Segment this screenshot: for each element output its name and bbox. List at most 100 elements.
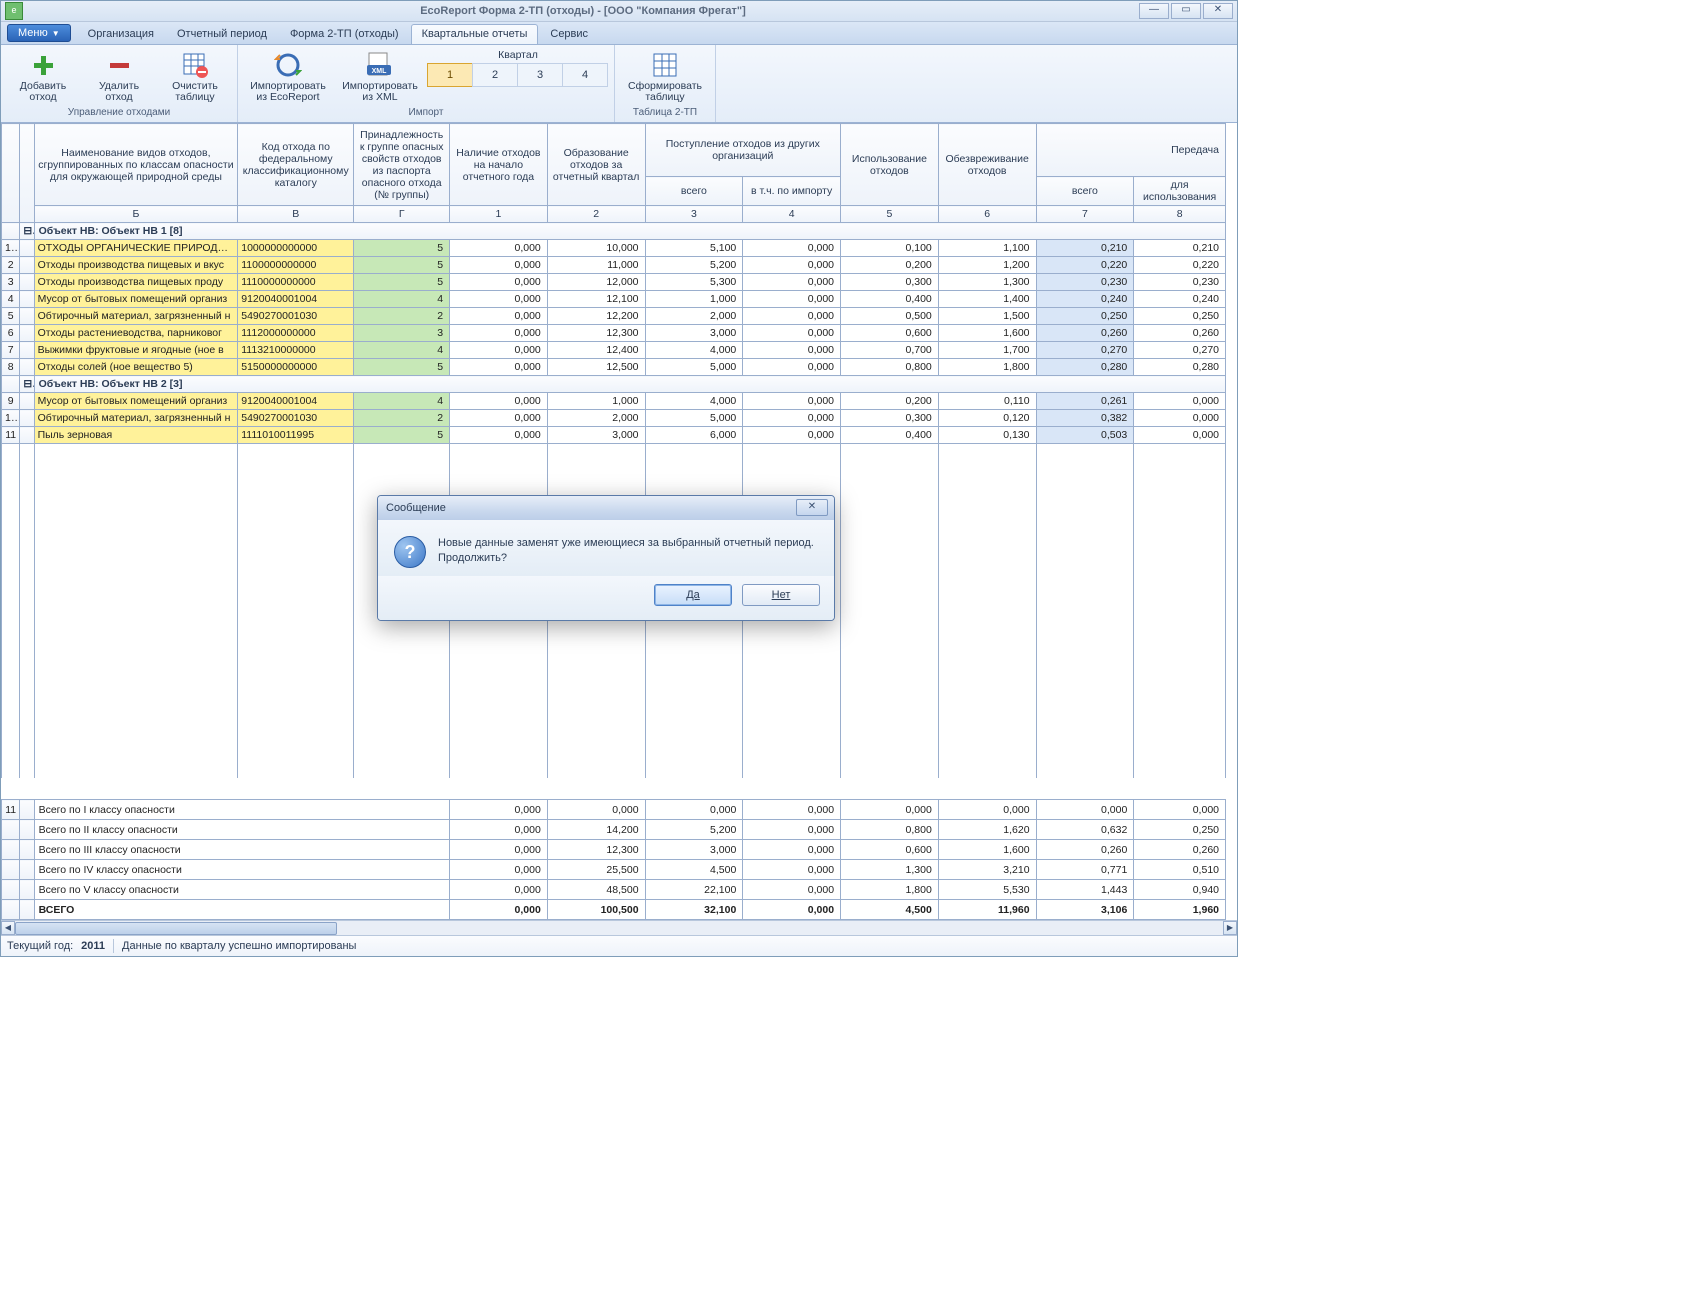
cell-name[interactable]: Отходы производства пищевых и вкус (34, 257, 238, 274)
scroll-right-icon[interactable]: ▶ (1223, 921, 1237, 935)
ribbon: Добавитьотход Удалитьотход Очиститьтабли… (1, 45, 1237, 123)
cell-group[interactable]: 5 (354, 274, 450, 291)
menu-button[interactable]: Меню ▼ (7, 24, 71, 42)
cell-name[interactable]: Выжимки фруктовые и ягодные (ное в (34, 342, 238, 359)
scroll-thumb[interactable] (15, 922, 337, 935)
quarter-2-button[interactable]: 2 (472, 63, 518, 87)
cell-name[interactable]: Отходы производства пищевых проду (34, 274, 238, 291)
svg-text:XML: XML (372, 68, 388, 75)
table-row[interactable]: 4 Мусор от бытовых помещений организ91200… (2, 291, 1226, 308)
cell-code[interactable]: 5490270001030 (238, 410, 354, 427)
col-header[interactable]: Наличие отходов на начало отчетного года (450, 124, 548, 206)
minus-icon (104, 50, 134, 80)
group-title[interactable]: Объект НВ: Объект НВ 2 [3] (34, 376, 1225, 393)
tab-Отчетный-период[interactable]: Отчетный период (166, 24, 278, 44)
cell-group[interactable]: 2 (354, 308, 450, 325)
cell-name[interactable]: Отходы солей (ное вещество 5) (34, 359, 238, 376)
table-row[interactable]: 11Пыль зерновая111101001199550,0003,0006… (2, 427, 1226, 444)
table-row[interactable]: 6Отходы растениеводства, парниковог11120… (2, 325, 1226, 342)
row-number: 5 (2, 308, 20, 325)
col-header[interactable]: Наименование видов отходов, сгруппирован… (34, 124, 238, 206)
cell-name[interactable]: Обтирочный материал, загрязненный н (34, 308, 238, 325)
col-subheader[interactable]: в т.ч. по импорту (743, 177, 841, 206)
cell-code[interactable]: 1111010011995 (238, 427, 354, 444)
cell-code[interactable]: 1112000000000 (238, 325, 354, 342)
tab-Организация[interactable]: Организация (77, 24, 165, 44)
minimize-button[interactable]: — (1139, 3, 1169, 19)
tab-Сервис[interactable]: Сервис (539, 24, 599, 44)
no-button[interactable]: Нет (742, 584, 820, 606)
collapse-icon[interactable]: ⊟ (20, 223, 34, 240)
col-subheader[interactable]: для использования (1134, 177, 1226, 206)
cell-group[interactable]: 5 (354, 257, 450, 274)
cell-group[interactable]: 5 (354, 427, 450, 444)
cell-name[interactable]: Отходы растениеводства, парниковог (34, 325, 238, 342)
cell-code[interactable]: 1000000000000 (238, 240, 354, 257)
cell-code[interactable]: 1110000000000 (238, 274, 354, 291)
group-label: Управление отходами (68, 106, 170, 123)
cell-name[interactable]: Обтирочный материал, загрязненный н (34, 410, 238, 427)
yes-button[interactable]: Да (654, 584, 732, 606)
delete-waste-button[interactable]: Удалитьотход (83, 47, 155, 106)
dialog-titlebar[interactable]: Сообщение ✕ (378, 496, 834, 520)
col-header[interactable]: Поступление отходов из других организаци… (645, 124, 841, 177)
maximize-button[interactable]: ▭ (1171, 3, 1201, 19)
table-row[interactable]: 8Отходы солей (ное вещество 5)5150000000… (2, 359, 1226, 376)
quarter-1-button[interactable]: 1 (427, 63, 473, 87)
cell-code[interactable]: 9120040001004 (238, 291, 354, 308)
quarter-3-button[interactable]: 3 (517, 63, 563, 87)
collapse-icon[interactable]: ⊟ (20, 376, 34, 393)
table-row[interactable]: 1 ▸ ОТХОДЫ ОРГАНИЧЕСКИЕ ПРИРОДНОГО1000000… (2, 240, 1226, 257)
import-ecoreport-button[interactable]: Импортироватьиз EcoReport (244, 47, 332, 106)
cell-group[interactable]: 5 (354, 240, 450, 257)
cell-code[interactable]: 5150000000000 (238, 359, 354, 376)
col-header[interactable]: Использование отходов (841, 124, 939, 206)
add-waste-button[interactable]: Добавитьотход (7, 47, 79, 106)
cell-name[interactable]: ОТХОДЫ ОРГАНИЧЕСКИЕ ПРИРОДНОГО (34, 240, 238, 257)
grid-area[interactable]: Наименование видов отходов, сгруппирован… (1, 123, 1237, 799)
form-table-button[interactable]: Сформироватьтаблицу (621, 47, 709, 106)
cell-name[interactable]: Пыль зерновая (34, 427, 238, 444)
table-row[interactable]: 9Мусор от бытовых помещений организ91200… (2, 393, 1226, 410)
table-row[interactable]: 7 Выжимки фруктовые и ягодные (ное в11132… (2, 342, 1226, 359)
cell-group[interactable]: 4 (354, 342, 450, 359)
data-grid[interactable]: Наименование видов отходов, сгруппирован… (1, 123, 1226, 778)
cell-name[interactable]: Мусор от бытовых помещений организ (34, 393, 238, 410)
tab-Квартальные-отчеты[interactable]: Квартальные отчеты (411, 24, 539, 44)
cell-group[interactable]: 4 (354, 393, 450, 410)
statusbar: Текущий год: 2011 Данные по кварталу усп… (1, 935, 1237, 956)
table-row[interactable]: 3Отходы производства пищевых проду111000… (2, 274, 1226, 291)
table-row[interactable]: 2Отходы производства пищевых и вкус11000… (2, 257, 1226, 274)
import-xml-button[interactable]: XML Импортироватьиз XML (336, 47, 424, 106)
cell-group[interactable]: 5 (354, 359, 450, 376)
summary-label: Всего по V классу опасности (34, 880, 449, 900)
col-header[interactable]: Принадлежность к группе опасных свойств … (354, 124, 450, 206)
row-number: 1 ▸ (2, 240, 20, 257)
col-subheader[interactable]: всего (1036, 177, 1134, 206)
cell-group[interactable]: 3 (354, 325, 450, 342)
table-row[interactable]: 5 Обтирочный материал, загрязненный н5490… (2, 308, 1226, 325)
cell-code[interactable]: 1100000000000 (238, 257, 354, 274)
col-header[interactable]: Передача (1036, 124, 1225, 177)
table-row[interactable]: 10Обтирочный материал, загрязненный н549… (2, 410, 1226, 427)
cell-group[interactable]: 2 (354, 410, 450, 427)
tab-Форма-2-ТП-(отходы)[interactable]: Форма 2-ТП (отходы) (279, 24, 410, 44)
cell-group[interactable]: 4 (354, 291, 450, 308)
col-header[interactable]: Образование отходов за отчетный квартал (547, 124, 645, 206)
clear-table-button[interactable]: Очиститьтаблицу (159, 47, 231, 106)
col-header[interactable]: Код отхода по федеральному классификацио… (238, 124, 354, 206)
quarter-4-button[interactable]: 4 (562, 63, 608, 87)
close-button[interactable]: ✕ (1203, 3, 1233, 19)
cell-code[interactable]: 9120040001004 (238, 393, 354, 410)
menu-label: Меню (18, 27, 48, 39)
row-number: 7 (2, 342, 20, 359)
group-title[interactable]: Объект НВ: Объект НВ 1 [8] (34, 223, 1225, 240)
dialog-close-button[interactable]: ✕ (796, 499, 828, 516)
scroll-left-icon[interactable]: ◀ (1, 921, 15, 935)
horizontal-scrollbar[interactable]: ◀ ▶ (1, 920, 1237, 935)
cell-name[interactable]: Мусор от бытовых помещений организ (34, 291, 238, 308)
col-header[interactable]: Обезвреживание отходов (938, 124, 1036, 206)
cell-code[interactable]: 1113210000000 (238, 342, 354, 359)
cell-code[interactable]: 5490270001030 (238, 308, 354, 325)
col-subheader[interactable]: всего (645, 177, 743, 206)
